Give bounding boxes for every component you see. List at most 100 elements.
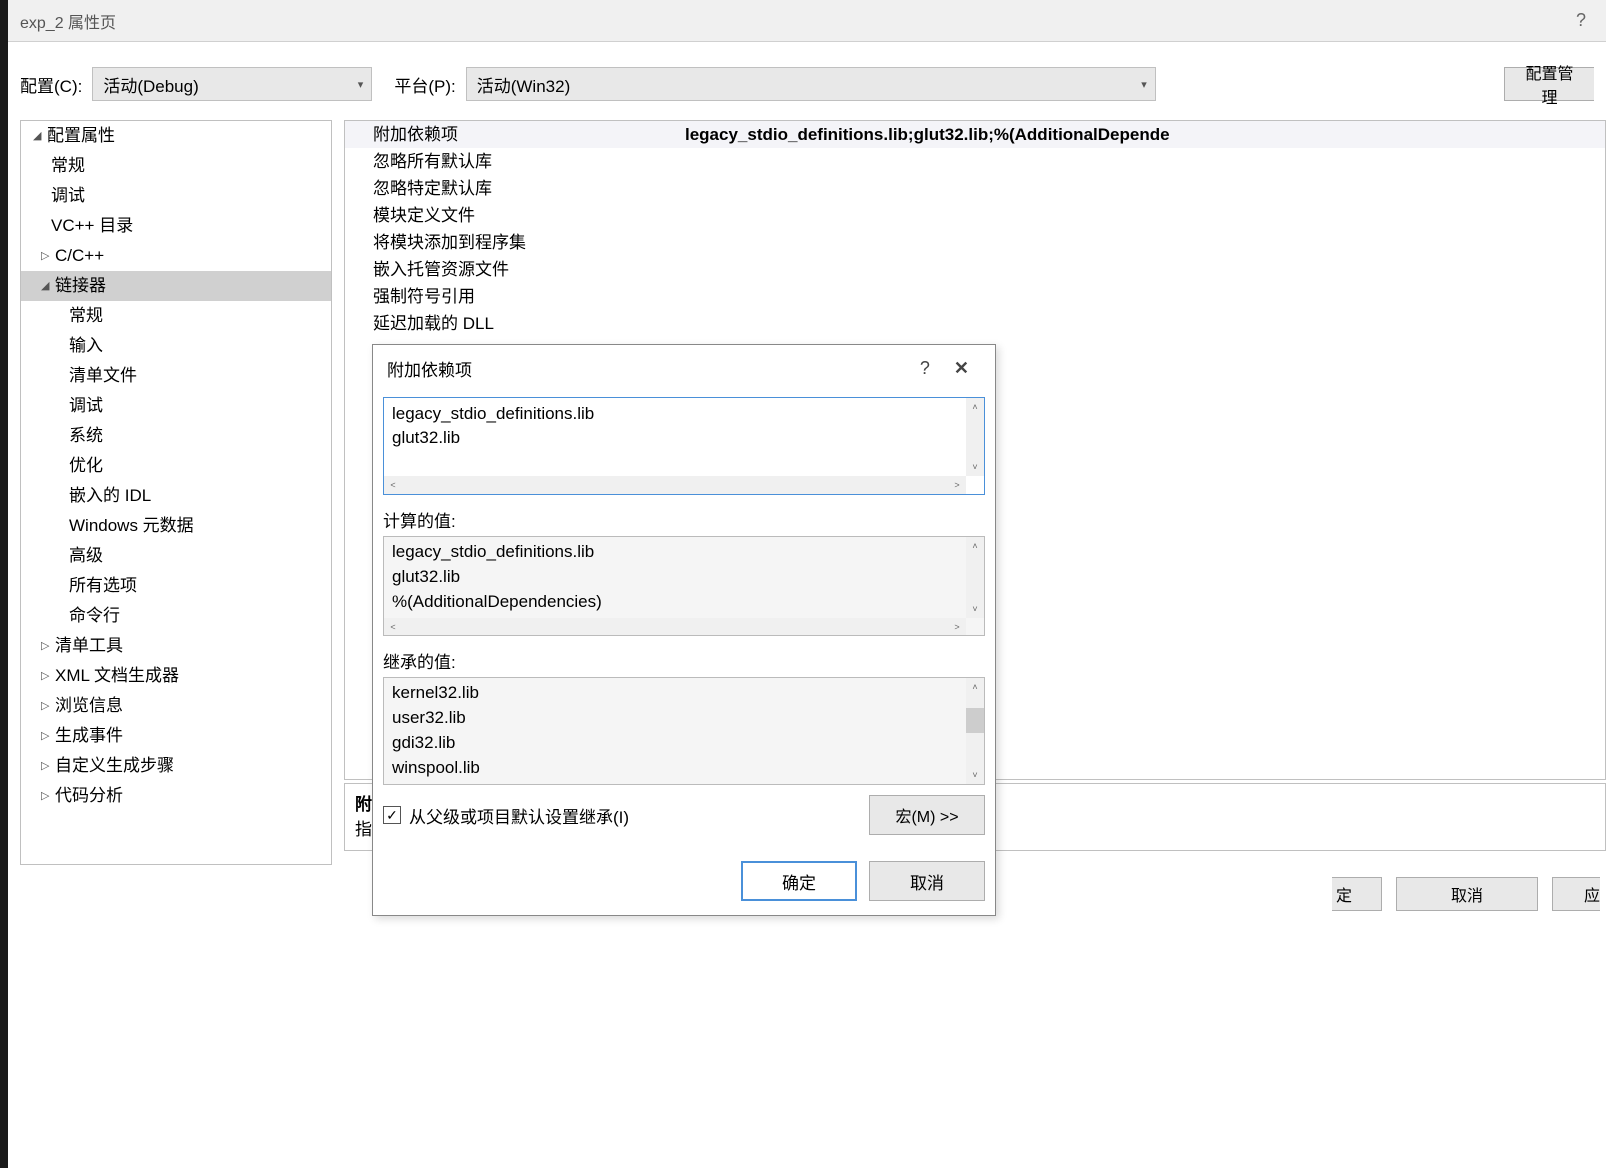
tree-node[interactable]: 常规 <box>21 301 331 331</box>
tree-node[interactable]: 清单文件 <box>21 361 331 391</box>
prop-row[interactable]: 忽略所有默认库 <box>345 148 1605 175</box>
tree-node-root[interactable]: ◢ 配置属性 <box>21 121 331 151</box>
help-icon[interactable]: ? <box>1568 10 1594 31</box>
dialog-cancel-button[interactable]: 取消 <box>869 861 985 901</box>
platform-value: 活动(Win32) <box>477 72 571 97</box>
horizontal-scrollbar[interactable]: ˂ ˃ <box>384 476 966 494</box>
prop-row[interactable]: 强制符号引用 <box>345 283 1605 310</box>
chevron-down-icon: ▾ <box>1141 78 1147 91</box>
tree-label: 常规 <box>69 303 103 329</box>
config-manager-button[interactable]: 配置管理 <box>1504 67 1594 101</box>
tree-node[interactable]: ▷代码分析 <box>21 781 331 811</box>
prop-row[interactable]: 忽略特定默认库 <box>345 175 1605 202</box>
list-item: user32.lib <box>392 705 976 730</box>
prop-value <box>685 229 1605 256</box>
prop-label: 延迟加载的 DLL <box>345 310 685 337</box>
scroll-left-icon[interactable]: ˂ <box>384 476 402 494</box>
tree-label: 命令行 <box>69 603 120 629</box>
scroll-right-icon[interactable]: ˃ <box>948 618 966 636</box>
chevron-right-icon: ▷ <box>41 243 55 269</box>
dialog-title: 附加依赖项 <box>387 356 472 381</box>
vertical-scrollbar[interactable]: ˄ ˅ <box>966 537 984 618</box>
tree-node[interactable]: ▷自定义生成步骤 <box>21 751 331 781</box>
tree-node[interactable]: ▷XML 文档生成器 <box>21 661 331 691</box>
list-item: winspool.lib <box>392 755 976 780</box>
horizontal-scrollbar[interactable]: ˂ ˃ <box>384 618 966 635</box>
help-icon[interactable]: ? <box>908 358 942 379</box>
prop-value: legacy_stdio_definitions.lib;glut32.lib;… <box>685 121 1605 148</box>
tree-node[interactable]: 常规 <box>21 151 331 181</box>
platform-label: 平台(P): <box>394 72 455 97</box>
prop-value <box>685 310 1605 337</box>
config-value: 活动(Debug) <box>103 72 198 97</box>
tree-label: 输入 <box>69 333 103 359</box>
tree-node-cpp[interactable]: ▷ C/C++ <box>21 241 331 271</box>
chevron-right-icon: ▷ <box>41 753 55 779</box>
tree-label: Windows 元数据 <box>69 513 194 539</box>
prop-label: 将模块添加到程序集 <box>345 229 685 256</box>
prop-row[interactable]: 嵌入托管资源文件 <box>345 256 1605 283</box>
apply-button[interactable]: 应 <box>1552 877 1600 911</box>
chevron-down-icon: ◢ <box>41 273 55 299</box>
prop-label: 强制符号引用 <box>345 283 685 310</box>
scroll-down-icon[interactable]: ˅ <box>966 766 984 784</box>
tree-node[interactable]: 调试 <box>21 181 331 211</box>
scroll-down-icon[interactable]: ˅ <box>966 458 984 476</box>
config-dropdown[interactable]: 活动(Debug) ▾ <box>92 67 372 101</box>
window-title: exp_2 属性页 <box>20 9 116 33</box>
prop-label: 模块定义文件 <box>345 202 685 229</box>
tree-label: 调试 <box>69 393 103 419</box>
tree-node[interactable]: VC++ 目录 <box>21 211 331 241</box>
prop-label: 附加依赖项 <box>345 121 685 148</box>
tree-node[interactable]: ▷生成事件 <box>21 721 331 751</box>
prop-value <box>685 202 1605 229</box>
close-icon[interactable]: ✕ <box>942 358 981 379</box>
prop-row[interactable]: 将模块添加到程序集 <box>345 229 1605 256</box>
tree-node[interactable]: 嵌入的 IDL <box>21 481 331 511</box>
scroll-up-icon[interactable]: ˄ <box>966 398 984 416</box>
prop-row[interactable]: 模块定义文件 <box>345 202 1605 229</box>
tree-node[interactable]: ▷清单工具 <box>21 631 331 661</box>
scrollbar-thumb[interactable] <box>966 708 984 733</box>
tree-label: 配置属性 <box>47 123 115 149</box>
scroll-down-icon[interactable]: ˅ <box>966 600 984 618</box>
config-label: 配置(C): <box>20 72 82 97</box>
chevron-right-icon: ▷ <box>41 663 55 689</box>
scroll-up-icon[interactable]: ˄ <box>966 537 984 555</box>
dialog-ok-button[interactable]: 确定 <box>741 861 857 901</box>
tree-node-linker[interactable]: ◢ 链接器 <box>21 271 331 301</box>
edit-line: legacy_stdio_definitions.lib <box>392 402 976 426</box>
tree-label: 嵌入的 IDL <box>69 483 151 509</box>
tree-panel[interactable]: ◢ 配置属性 常规 调试 VC++ 目录 ▷ C/C++ ◢ 链接器 常规 输入… <box>20 120 332 865</box>
platform-dropdown[interactable]: 活动(Win32) ▾ <box>466 67 1156 101</box>
scroll-up-icon[interactable]: ˄ <box>966 678 984 696</box>
prop-row[interactable]: 延迟加载的 DLL <box>345 310 1605 337</box>
deps-edit-textarea[interactable]: legacy_stdio_definitions.lib glut32.lib … <box>383 397 985 495</box>
tree-node[interactable]: ▷浏览信息 <box>21 691 331 721</box>
tree-node[interactable]: 高级 <box>21 541 331 571</box>
tree-node[interactable]: Windows 元数据 <box>21 511 331 541</box>
list-item: gdi32.lib <box>392 730 976 755</box>
tree-node[interactable]: 输入 <box>21 331 331 361</box>
tree-label: 系统 <box>69 423 103 449</box>
tree-label: 浏览信息 <box>55 693 123 719</box>
scroll-left-icon[interactable]: ˂ <box>384 618 402 636</box>
tree-label: C/C++ <box>55 243 104 269</box>
prop-row[interactable]: 附加依赖项 legacy_stdio_definitions.lib;glut3… <box>345 121 1605 148</box>
chevron-right-icon: ▷ <box>41 633 55 659</box>
vertical-scrollbar[interactable]: ˄ ˅ <box>966 398 984 476</box>
tree-label: 清单文件 <box>69 363 137 389</box>
tree-node[interactable]: 命令行 <box>21 601 331 631</box>
tree-node[interactable]: 系统 <box>21 421 331 451</box>
vertical-scrollbar[interactable]: ˄ ˅ <box>966 678 984 784</box>
scroll-right-icon[interactable]: ˃ <box>948 476 966 494</box>
tree-node[interactable]: 调试 <box>21 391 331 421</box>
inherit-checkbox[interactable]: ✓ <box>383 806 401 824</box>
ok-button[interactable]: 定 <box>1332 877 1382 911</box>
cancel-button[interactable]: 取消 <box>1396 877 1538 911</box>
chevron-right-icon: ▷ <box>41 693 55 719</box>
tree-node[interactable]: 优化 <box>21 451 331 481</box>
tree-node[interactable]: 所有选项 <box>21 571 331 601</box>
macros-button[interactable]: 宏(M) >> <box>869 795 985 835</box>
prop-label: 忽略所有默认库 <box>345 148 685 175</box>
